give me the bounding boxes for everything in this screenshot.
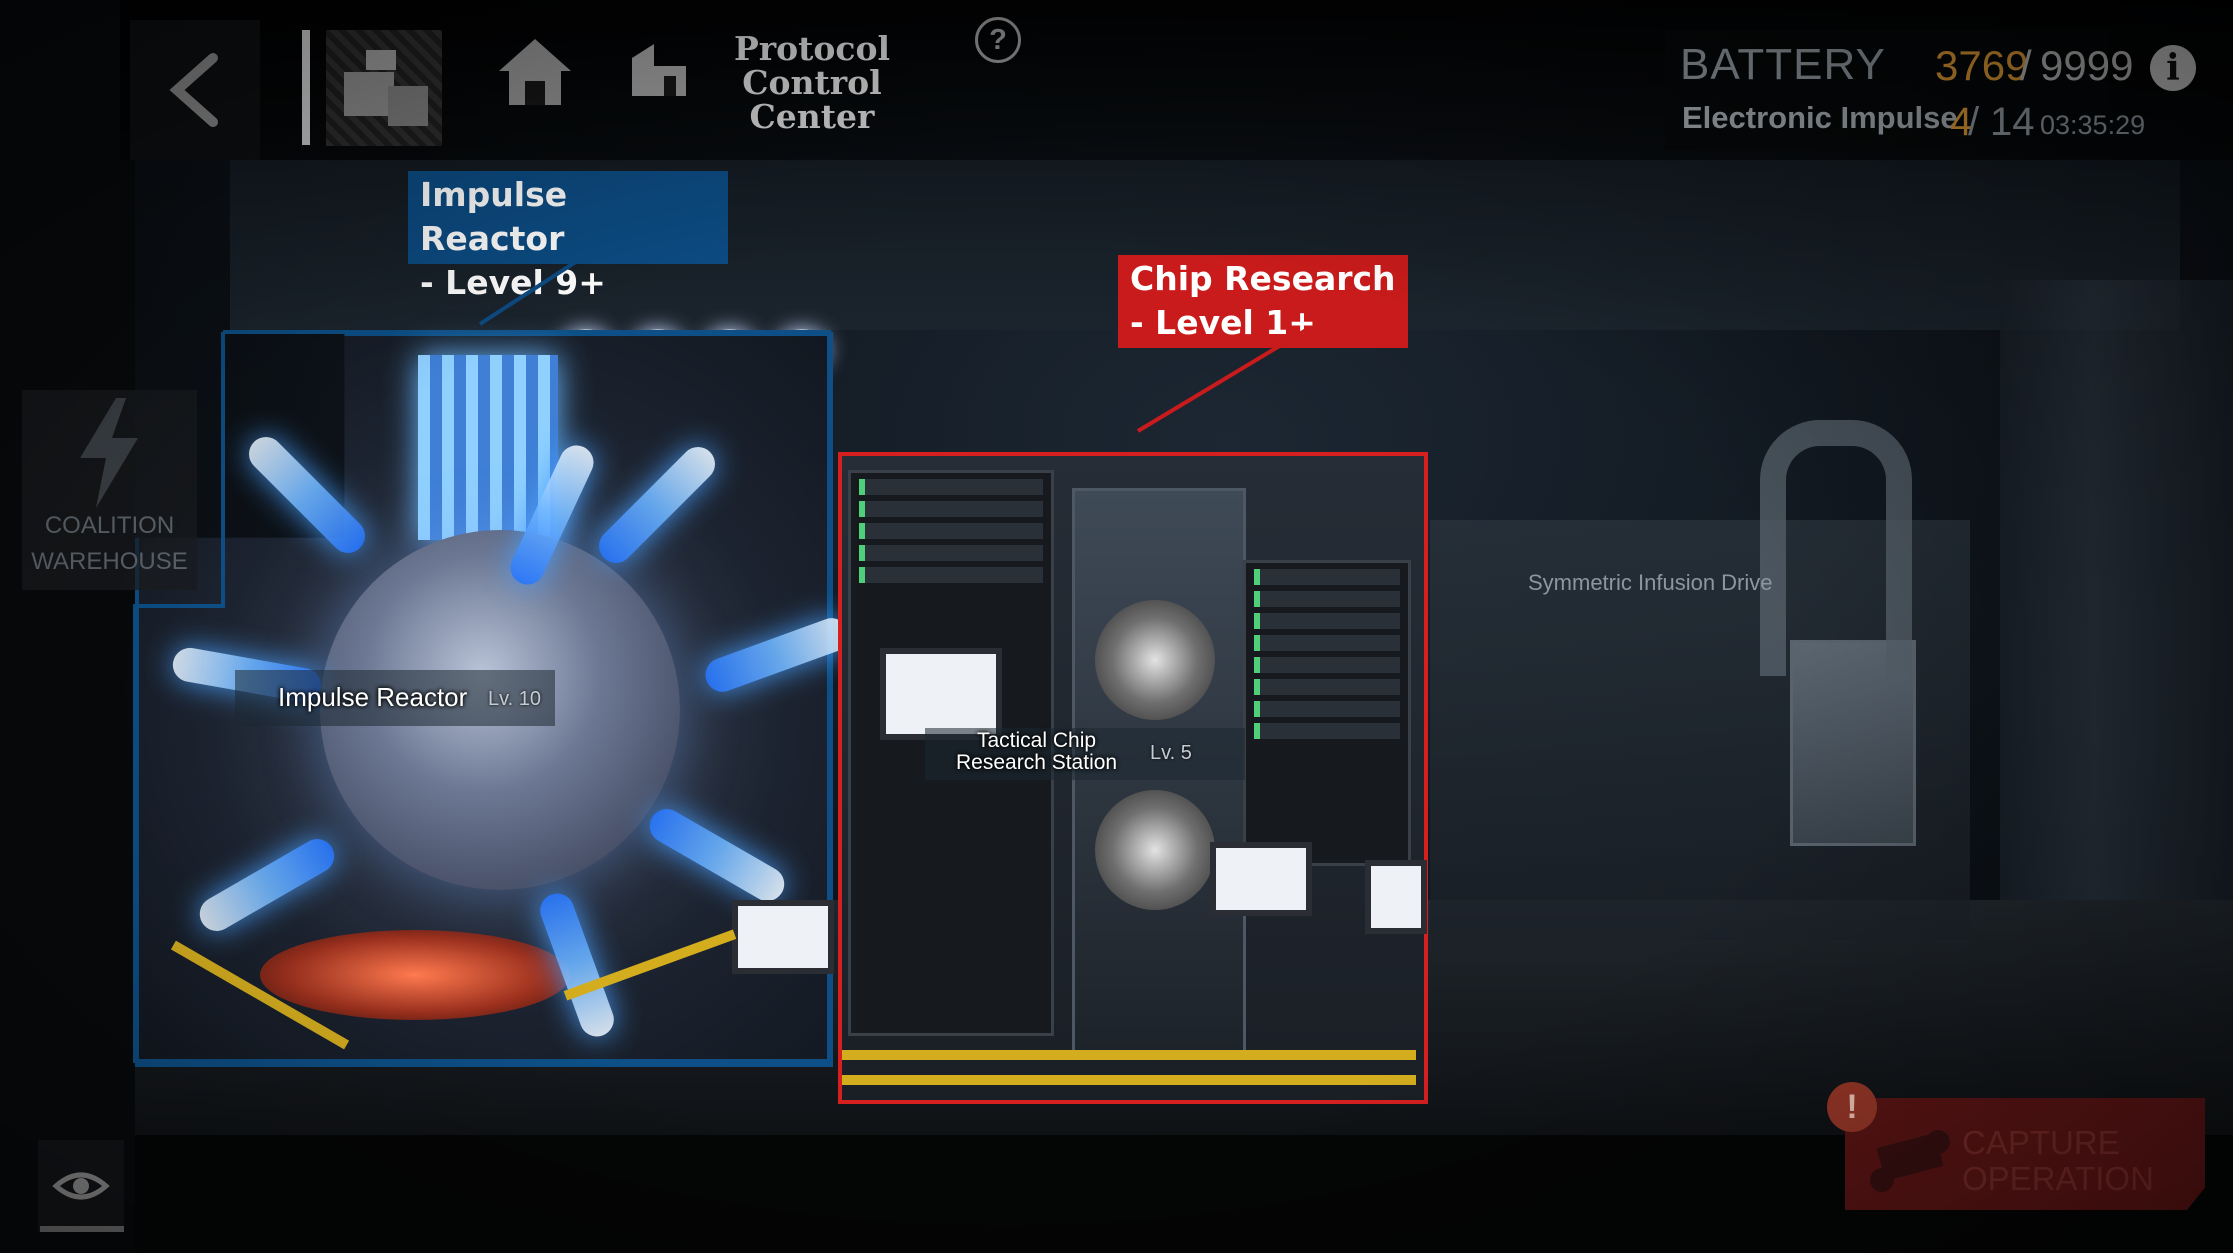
- battery-title: BATTERY: [1680, 40, 1886, 89]
- chip-name-label-line2: Research Station: [956, 751, 1118, 774]
- rack-slot: [1254, 569, 1400, 585]
- station-laptop: [1210, 842, 1312, 916]
- station-laptop: [1365, 860, 1427, 934]
- info-button[interactable]: i: [2150, 45, 2196, 91]
- rack-slot: [1254, 613, 1400, 629]
- home-button[interactable]: [495, 35, 575, 110]
- help-button[interactable]: ?: [975, 17, 1021, 63]
- lightning-icon: [80, 398, 138, 508]
- reactor-callout-title: Impulse Reactor: [420, 175, 568, 258]
- chip-railing: [842, 1050, 1416, 1060]
- rack-slot: [1254, 723, 1400, 739]
- infusion-drive-label: Symmetric Infusion Drive: [1528, 570, 1773, 595]
- rack-slot: [859, 479, 1043, 495]
- tape-reel: [1095, 600, 1215, 720]
- rack-slot: [859, 545, 1043, 561]
- back-button[interactable]: [130, 20, 260, 160]
- rack-slot: [1254, 635, 1400, 651]
- reactor-requirement-callout: Impulse Reactor - Level 9+: [408, 171, 728, 302]
- facility-menu-icon: [344, 50, 428, 126]
- building-icon: [632, 44, 686, 96]
- capture-operation-label: CAPTURE OPERATION: [1962, 1125, 2182, 1197]
- base-scene: Symmetric Infusion Drive Impulse Reactor…: [0, 0, 2233, 1253]
- chip-callout-title: Chip Research: [1130, 259, 1396, 298]
- server-rack-right: [1243, 560, 1411, 866]
- rack-monitor: [880, 648, 1002, 740]
- chip-railing: [842, 1075, 1416, 1085]
- impulse-separator: /: [1968, 100, 1980, 144]
- reactor-laptop: [732, 900, 834, 974]
- rack-slot: [859, 523, 1043, 539]
- chip-level-label: Lv. 5: [1150, 742, 1192, 764]
- infusion-drive-pipe: [1760, 420, 1912, 676]
- battery-current: 3769: [1935, 42, 2029, 89]
- rack-slot: [1254, 701, 1400, 717]
- rack-slot: [1254, 591, 1400, 607]
- reactor-name-label: Impulse Reactor: [278, 682, 468, 712]
- chip-name-label-line1: Tactical Chip: [977, 729, 1097, 752]
- rack-slot: [1254, 679, 1400, 695]
- chip-requirement-callout: Chip Research - Level 1+: [1118, 255, 1408, 348]
- menu-divider: [302, 30, 310, 145]
- capture-label-line1: CAPTURE: [1962, 1124, 2120, 1161]
- impulse-max: 14: [1990, 100, 2035, 144]
- location-title: Protocol Control Center: [733, 29, 891, 136]
- impulse-timer: 03:35:29: [2040, 110, 2146, 140]
- rack-slot: [859, 567, 1043, 583]
- home-icon: [499, 39, 571, 105]
- alert-badge: !: [1827, 1082, 1877, 1132]
- tape-reel: [1095, 790, 1215, 910]
- warehouse-label: COALITION WAREHOUSE: [31, 512, 188, 575]
- chip-callout-level: - Level 1+: [1130, 303, 1316, 342]
- reactor-base: [260, 930, 570, 1020]
- eye-icon: [52, 1172, 110, 1200]
- facility-menu-button[interactable]: [326, 30, 442, 146]
- battery-max: 9999: [2040, 42, 2134, 89]
- curtain-decoration: [2000, 280, 2233, 900]
- chevron-left-icon: [169, 53, 218, 127]
- toggle-ui-underline: [40, 1226, 124, 1232]
- reactor-level-label: Lv. 10: [488, 688, 541, 710]
- toggle-ui-button[interactable]: [38, 1140, 124, 1232]
- rack-slot: [1254, 657, 1400, 673]
- capture-label-line2: OPERATION: [1962, 1160, 2154, 1197]
- drone-icon: [1870, 1130, 1950, 1192]
- battery-separator: /: [2020, 42, 2032, 89]
- impulse-label: Electronic Impulse: [1682, 100, 1958, 135]
- left-wall: [0, 0, 135, 1253]
- rack-slot: [859, 501, 1043, 517]
